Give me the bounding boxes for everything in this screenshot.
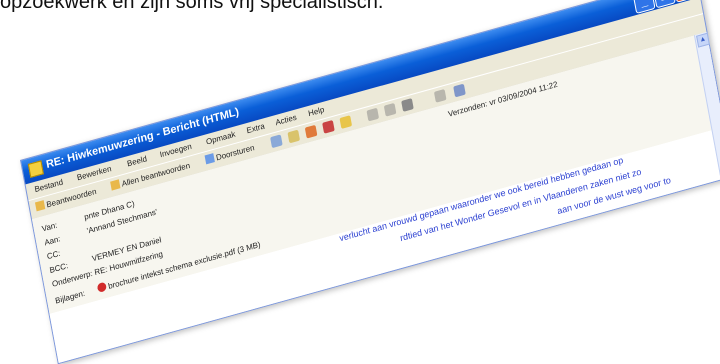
help-icon[interactable]	[453, 83, 466, 98]
email-window: RE: Hiwkemuwzering - Bericht (HTML) _ □ …	[20, 0, 720, 364]
font-size-icon[interactable]	[433, 88, 447, 103]
save-icon[interactable]	[287, 129, 301, 144]
forward-icon	[204, 153, 215, 165]
address-book-icon[interactable]	[339, 115, 353, 129]
next-icon[interactable]	[383, 102, 397, 117]
scroll-up-icon[interactable]: ▲	[696, 32, 710, 48]
menu-item-acties[interactable]: Acties	[275, 113, 298, 128]
menu-item-help[interactable]: Help	[307, 105, 325, 118]
reply-icon	[34, 200, 46, 212]
reply-all-icon	[110, 179, 121, 191]
menu-item-beeld[interactable]: Beeld	[126, 154, 147, 168]
previous-icon[interactable]	[366, 107, 380, 122]
delete-icon[interactable]	[401, 98, 414, 112]
sent-label: Verzonden:	[447, 99, 489, 119]
pdf-icon	[96, 281, 108, 293]
message-icon	[27, 160, 44, 178]
follow-up-icon[interactable]	[322, 119, 335, 134]
print-icon[interactable]	[270, 134, 283, 149]
menu-item-extra[interactable]: Extra	[246, 121, 266, 135]
flag-icon[interactable]	[304, 124, 318, 139]
